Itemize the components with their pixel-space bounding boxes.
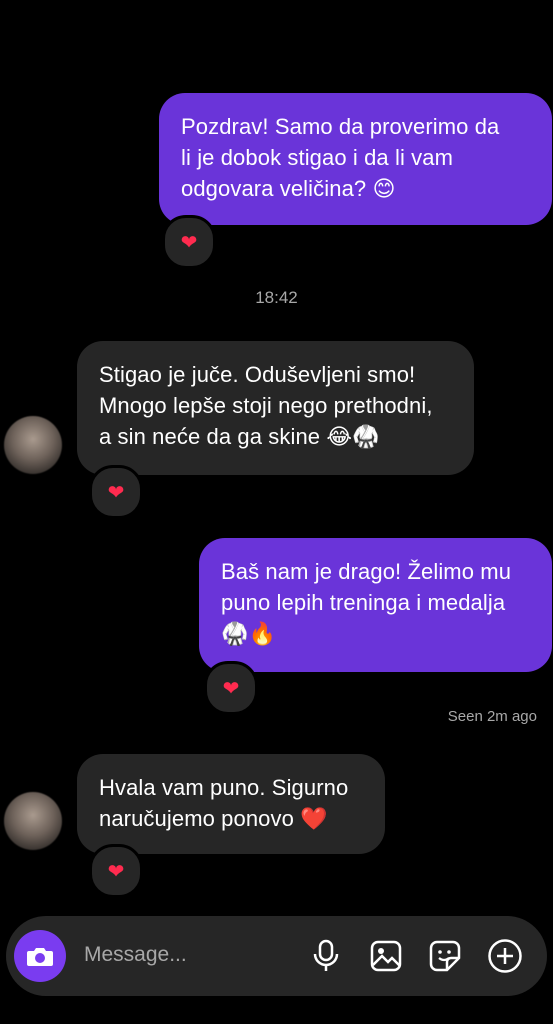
sticker-button[interactable] [427, 938, 463, 974]
gallery-button[interactable] [368, 938, 404, 974]
sticker-icon [429, 940, 461, 972]
heart-icon: ❤ [107, 481, 125, 504]
message-input[interactable]: Message... [84, 943, 187, 967]
heart-icon: ❤ [222, 677, 240, 700]
reaction-heart[interactable]: ❤ [162, 215, 216, 269]
message-composer: Message... [6, 916, 547, 996]
camera-icon [27, 948, 53, 966]
microphone-icon [313, 939, 339, 971]
plus-icon [488, 939, 522, 973]
bottom-safe-area [0, 996, 553, 1024]
microphone-button[interactable] [308, 938, 344, 974]
reaction-heart[interactable]: ❤ [204, 661, 258, 715]
avatar[interactable] [4, 416, 62, 474]
reaction-heart[interactable]: ❤ [89, 844, 143, 898]
avatar[interactable] [4, 792, 62, 850]
gallery-icon [370, 940, 402, 972]
reaction-heart[interactable]: ❤ [89, 465, 143, 519]
heart-icon: ❤ [107, 860, 125, 883]
camera-button[interactable] [14, 930, 66, 982]
message-bubble-outgoing[interactable]: Pozdrav! Samo da proverimo da li je dobo… [159, 93, 552, 225]
timestamp: 18:42 [255, 288, 298, 307]
seen-status: Seen 2m ago [447, 708, 537, 725]
message-bubble-incoming[interactable]: Stigao je juče. Oduševljeni smo! Mnogo l… [77, 341, 474, 475]
message-bubble-incoming[interactable]: Hvala vam puno. Sigurno naručujemo ponov… [77, 754, 385, 854]
add-button[interactable] [487, 938, 523, 974]
message-bubble-outgoing[interactable]: Baš nam je drago! Želimo mu puno lepih t… [199, 538, 552, 672]
heart-icon: ❤ [180, 231, 198, 254]
